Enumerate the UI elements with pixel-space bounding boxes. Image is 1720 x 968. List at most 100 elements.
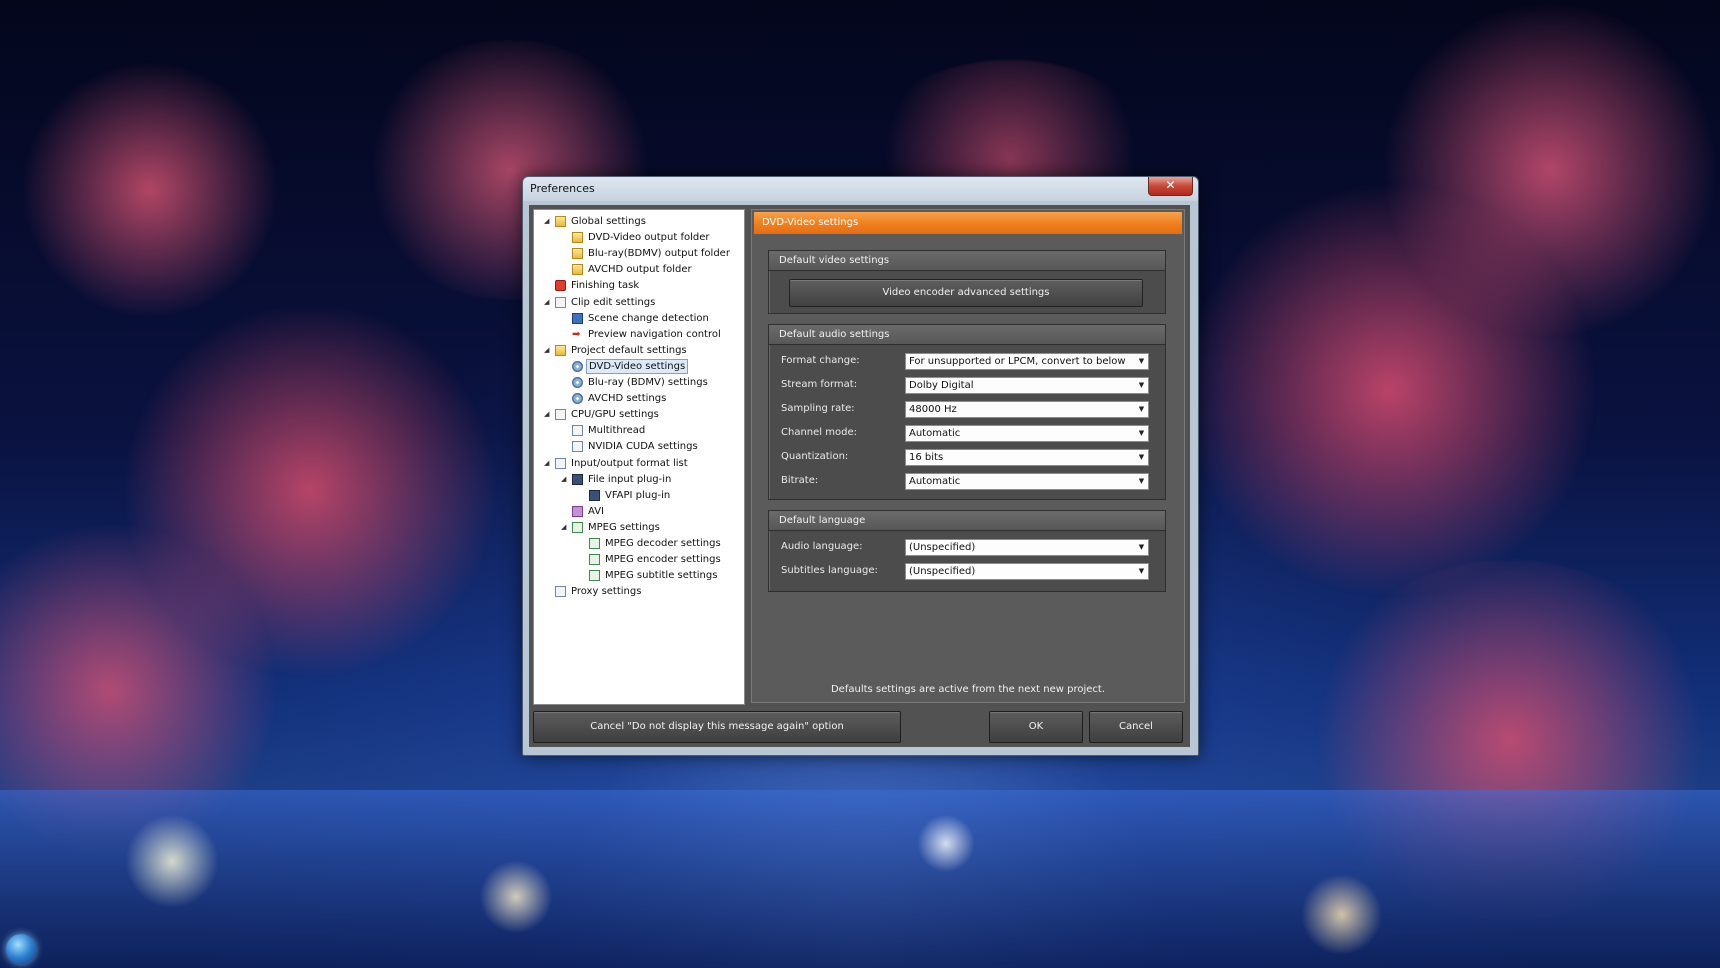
tree-item-label: AVCHD output folder — [588, 264, 692, 276]
tree-item[interactable]: VFAPI plug-in — [534, 488, 742, 503]
tree-item[interactable]: Multithread — [534, 423, 742, 438]
folder-icon — [555, 216, 566, 227]
tree-item[interactable]: Scene change detection — [534, 311, 742, 326]
audio-select[interactable]: 16 bits ▼ — [905, 449, 1149, 466]
audio-label: Quantization: — [781, 451, 849, 462]
expand-toggle-icon[interactable]: ◢ — [544, 456, 552, 471]
tree-item-label: VFAPI plug-in — [605, 489, 671, 501]
tree-item[interactable]: Blu-ray (BDMV) settings — [534, 375, 742, 390]
dialog-client-area: ◢ Global settings DVD-Video output folder B… — [529, 205, 1190, 747]
start-button[interactable] — [6, 934, 36, 964]
tree-item-label: Clip edit settings — [571, 296, 656, 308]
audio-label: Bitrate: — [781, 475, 819, 486]
audio-select[interactable]: Dolby Digital ▼ — [905, 377, 1149, 394]
page-icon — [572, 441, 583, 453]
folder-icon — [555, 344, 566, 356]
chevron-down-icon[interactable]: ▼ — [1135, 450, 1148, 465]
tree-item[interactable]: ◢ CPU/GPU settings — [534, 407, 742, 422]
tree-item[interactable]: ◢ Input/output format list — [534, 456, 742, 471]
ok-button[interactable]: OK — [989, 711, 1083, 743]
tree-item[interactable]: MPEG encoder settings — [534, 552, 742, 567]
language-label: Audio language: — [781, 541, 863, 552]
audio-select[interactable]: 48000 Hz ▼ — [905, 401, 1149, 418]
tree-item[interactable]: MPEG decoder settings — [534, 536, 742, 551]
settings-tree[interactable]: ◢ Global settings DVD-Video output folder B… — [533, 209, 745, 705]
close-button[interactable]: ✕ — [1148, 177, 1193, 196]
tree-item[interactable]: AVI — [534, 504, 742, 519]
expand-toggle-icon[interactable]: ◢ — [561, 472, 569, 487]
audio-select-value: For unsupported or LPCM, convert to belo… — [909, 356, 1126, 367]
window-title: Preferences — [530, 182, 595, 195]
chevron-down-icon[interactable]: ▼ — [1135, 426, 1148, 441]
video-settings-group: Default video settings Video encoder adv… — [768, 250, 1166, 314]
tree-item[interactable]: Finishing task — [534, 278, 742, 293]
disc-icon — [572, 360, 583, 372]
tree-item-label: MPEG settings — [588, 521, 660, 533]
audio-select[interactable]: For unsupported or LPCM, convert to belo… — [905, 353, 1149, 370]
chevron-down-icon[interactable]: ▼ — [1135, 474, 1148, 489]
audio-select[interactable]: Automatic ▼ — [905, 425, 1149, 442]
expand-toggle-icon[interactable]: ◢ — [544, 214, 552, 229]
language-settings-group: Default language Audio language: (Unspeci… — [768, 510, 1166, 592]
tree-item[interactable]: AVCHD settings — [534, 391, 742, 406]
tree-item-label: CPU/GPU settings — [571, 409, 659, 421]
page-icon — [555, 409, 566, 421]
title-bar[interactable]: Preferences ✕ — [523, 177, 1198, 201]
tree-item-label: Global settings — [571, 216, 646, 227]
audio-select-value: Automatic — [909, 476, 961, 487]
page-icon — [555, 457, 566, 469]
page-icon — [555, 586, 566, 598]
language-select[interactable]: (Unspecified) ▼ — [905, 539, 1149, 556]
monitor-icon — [572, 473, 583, 485]
expand-toggle-icon[interactable]: ◢ — [544, 343, 552, 358]
video-encoder-advanced-button[interactable]: Video encoder advanced settings — [789, 279, 1143, 307]
tree-item[interactable]: ◢ MPEG settings — [534, 520, 742, 535]
tree-item-label: AVI — [588, 505, 604, 517]
tree-item[interactable]: ◢ File input plug-in — [534, 472, 742, 487]
expand-toggle-icon[interactable]: ◢ — [544, 295, 552, 310]
tree-item-label: File input plug-in — [588, 473, 672, 485]
avi-icon — [572, 505, 583, 517]
chevron-down-icon[interactable]: ▼ — [1135, 402, 1148, 417]
tree-item-label: MPEG subtitle settings — [605, 570, 718, 582]
language-row: Subtitles language: (Unspecified) ▼ — [781, 563, 1155, 581]
preferences-dialog: Preferences ✕ ◢ Global settings DVD-Video … — [522, 176, 1199, 756]
audio-row: Stream format: Dolby Digital ▼ — [781, 377, 1155, 395]
chevron-down-icon[interactable]: ▼ — [1135, 378, 1148, 393]
language-label: Subtitles language: — [781, 565, 878, 576]
language-select[interactable]: (Unspecified) ▼ — [905, 563, 1149, 580]
tree-item[interactable]: Blu-ray(BDMV) output folder — [534, 246, 742, 261]
cancel-do-not-display-button[interactable]: Cancel "Do not display this message agai… — [533, 711, 901, 743]
tree-item[interactable]: ◢ Clip edit settings — [534, 295, 742, 310]
chevron-down-icon[interactable]: ▼ — [1135, 354, 1148, 369]
expand-toggle-icon[interactable]: ◢ — [544, 407, 552, 422]
panel-header: DVD-Video settings — [754, 212, 1182, 234]
blossom-cluster — [20, 60, 280, 320]
task-icon — [555, 280, 566, 292]
tree-item-label: DVD-Video output folder — [588, 232, 710, 244]
tree-item[interactable]: ◢ Project default settings — [534, 343, 742, 358]
tree-item[interactable]: AVCHD output folder — [534, 262, 742, 277]
cancel-button[interactable]: Cancel — [1089, 711, 1183, 743]
tree-item[interactable]: MPEG subtitle settings — [534, 568, 742, 583]
page-icon — [572, 425, 583, 437]
monitor-icon — [589, 489, 600, 501]
mpeg-icon — [589, 538, 600, 549]
tree-item-label: Blu-ray(BDMV) output folder — [588, 248, 730, 260]
tree-item[interactable]: DVD-Video settings — [534, 358, 742, 374]
tree-item-label: DVD-Video settings — [586, 358, 689, 374]
tree-item[interactable]: ➡ Preview navigation control — [534, 327, 742, 342]
tree-item[interactable]: Proxy settings — [534, 584, 742, 599]
tree-item[interactable]: NVIDIA CUDA settings — [534, 439, 742, 454]
chevron-down-icon[interactable]: ▼ — [1135, 564, 1148, 579]
audio-select[interactable]: Automatic ▼ — [905, 473, 1149, 490]
tree-item[interactable]: DVD-Video output folder — [534, 230, 742, 245]
tree-item-label: Multithread — [588, 425, 646, 437]
tree-item[interactable]: ◢ Global settings — [534, 214, 742, 229]
tree-item-label: Finishing task — [571, 280, 640, 292]
tree-item-label: Scene change detection — [588, 312, 709, 324]
chevron-down-icon[interactable]: ▼ — [1135, 540, 1148, 555]
expand-toggle-icon[interactable]: ◢ — [561, 520, 569, 535]
tree-item-label: Project default settings — [571, 344, 687, 356]
tree-item-label: NVIDIA CUDA settings — [588, 441, 698, 453]
